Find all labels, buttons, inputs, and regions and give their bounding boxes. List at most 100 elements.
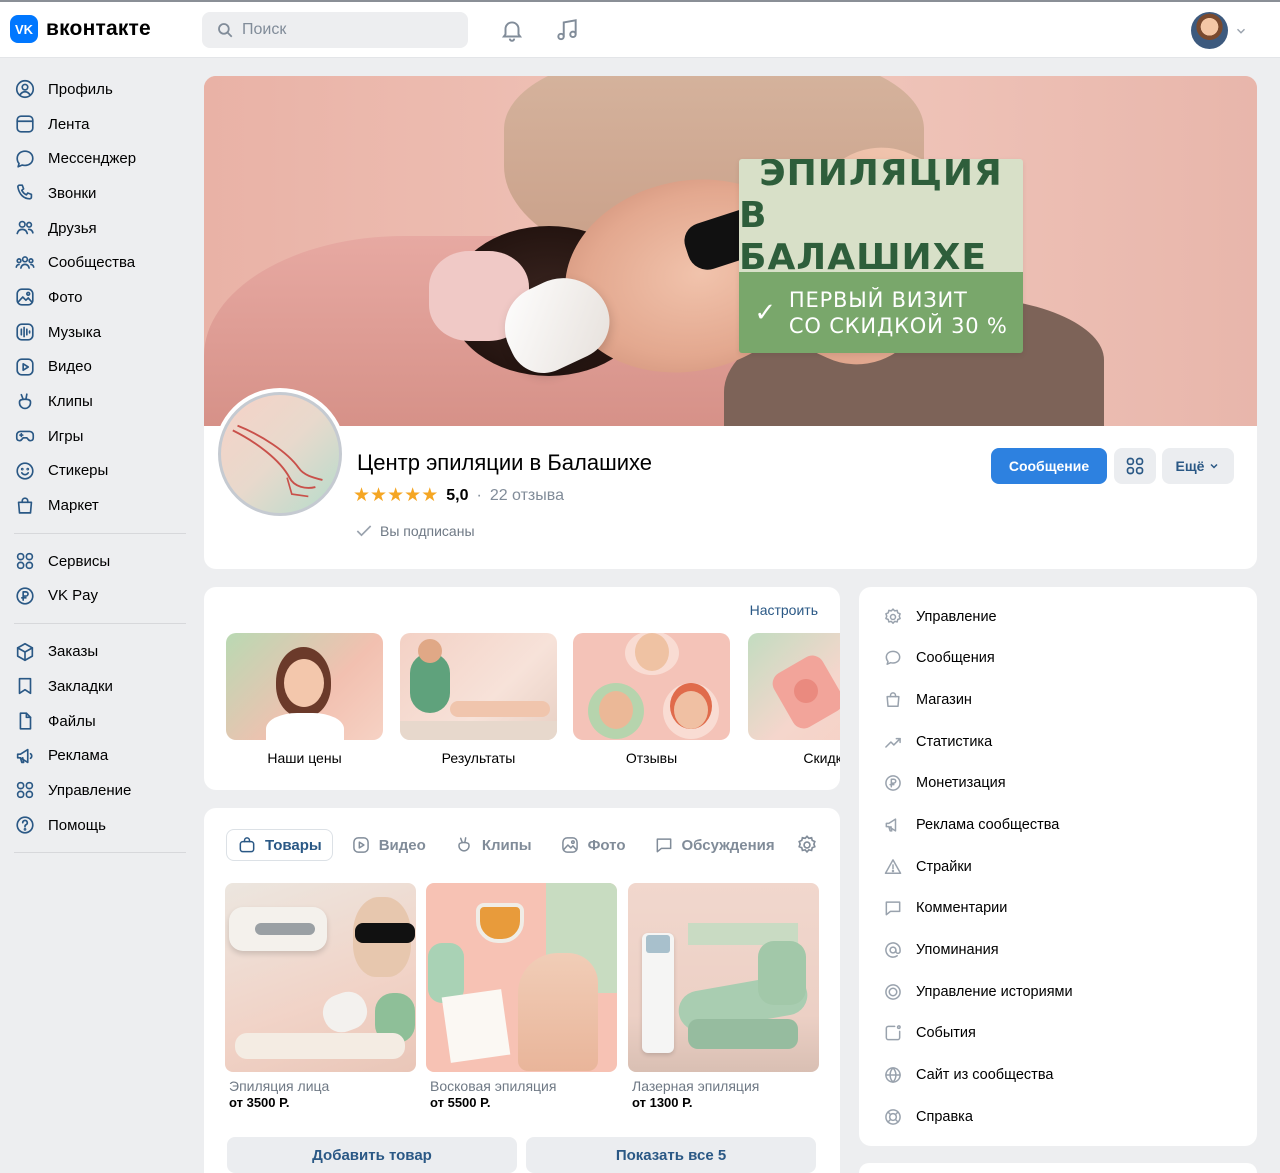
sidebar-item-market[interactable]: Маркет: [0, 488, 190, 523]
shop-icon: [886, 692, 900, 708]
star-icon: ★: [421, 485, 439, 506]
menu-item-events[interactable]: События: [859, 1012, 1257, 1054]
sidebar-item-ads[interactable]: Реклама: [0, 738, 190, 773]
help-icon: [16, 816, 34, 834]
globe-icon: [885, 1067, 901, 1083]
sidebar-item-label: Звонки: [48, 184, 97, 202]
more-label: Ещё: [1175, 458, 1205, 474]
menu-item-shop[interactable]: Магазин: [859, 679, 1257, 721]
tab-label: Товары: [265, 836, 322, 854]
phone-icon: [17, 184, 33, 201]
menu-item-warning[interactable]: Страйки: [859, 846, 1257, 888]
sidebar-item-manage[interactable]: Управление: [0, 773, 190, 808]
sidebar-item-label: VK Pay: [48, 587, 99, 605]
menu-item-globe[interactable]: Сайт из сообщества: [859, 1054, 1257, 1096]
tab-bag[interactable]: Товары: [226, 829, 333, 861]
sidebar-item-feed[interactable]: Лента: [0, 107, 190, 142]
bell-icon[interactable]: [499, 17, 525, 43]
rating-separator: ·: [476, 486, 482, 504]
tab-photo[interactable]: Фото: [550, 829, 636, 861]
sidebar-item-communities[interactable]: Сообщества: [0, 245, 190, 280]
sidebar-item-stickers[interactable]: Стикеры: [0, 454, 190, 489]
show-all-products-button[interactable]: Показать все 5: [526, 1137, 816, 1173]
reviews-count[interactable]: 22 отзыва: [490, 487, 564, 505]
sidebar-item-help[interactable]: Помощь: [0, 808, 190, 843]
link-tile-label: Отзывы: [625, 750, 678, 766]
menu-item-gear[interactable]: Управление: [859, 596, 1257, 638]
tab-label: Клипы: [481, 836, 532, 854]
sidebar-item-friends[interactable]: Друзья: [0, 211, 190, 246]
bag-icon: [239, 837, 255, 853]
sidebar-item-label: Видео: [48, 358, 92, 376]
sidebar-item-photo[interactable]: Фото: [0, 280, 190, 315]
vk-logo[interactable]: VK вконтакте: [10, 15, 151, 43]
configure-link[interactable]: Настроить: [750, 602, 818, 618]
subscription-status[interactable]: Вы подписаны: [354, 521, 475, 541]
sidebar-item-phone[interactable]: Звонки: [0, 176, 190, 211]
product-price: от 3500 Р.: [229, 1095, 290, 1110]
tab-clips[interactable]: Клипы: [444, 829, 542, 861]
tab-video[interactable]: Видео: [341, 829, 436, 861]
apps-button[interactable]: [1114, 448, 1156, 484]
product-card[interactable]: Лазерная эпиляция от 1300 Р.: [628, 883, 819, 1110]
menu-item-label: Сайт из сообщества: [916, 1066, 1054, 1083]
product-card[interactable]: Восковая эпиляция от 5500 Р.: [426, 883, 617, 1110]
feed-icon: [16, 115, 34, 133]
at-icon: [885, 942, 901, 958]
tab-discussion[interactable]: Обсуждения: [644, 829, 785, 861]
menu-item-message[interactable]: Сообщения: [859, 638, 1257, 680]
sidebar-item-services[interactable]: Сервисы: [0, 544, 190, 579]
clips-icon: [458, 837, 470, 852]
events-icon: [885, 1025, 901, 1041]
menu-item-at[interactable]: Упоминания: [859, 929, 1257, 971]
photo-icon: [561, 837, 578, 853]
sidebar-item-music[interactable]: Музыка: [0, 315, 190, 350]
sidebar-item-bookmarks[interactable]: Закладки: [0, 669, 190, 704]
menu-item-ruble[interactable]: Монетизация: [859, 763, 1257, 805]
check-icon: [356, 525, 372, 537]
music-icon[interactable]: [554, 17, 580, 43]
more-button[interactable]: Ещё: [1162, 448, 1234, 484]
user-menu[interactable]: [1191, 12, 1248, 49]
search-input[interactable]: [242, 21, 442, 39]
menu-item-megaphone[interactable]: Реклама сообщества: [859, 804, 1257, 846]
link-tile-results[interactable]: Результаты: [400, 633, 557, 766]
link-tile-prices[interactable]: Наши цены: [226, 633, 383, 766]
gear-icon: [885, 608, 901, 624]
sidebar-item-profile[interactable]: Профиль: [0, 72, 190, 107]
community-actions-menu: Управление Сообщения Магазин Статистика Моне…: [859, 587, 1257, 1146]
menu-item-help-ring[interactable]: Справка: [859, 1096, 1257, 1138]
sidebar-item-label: Сообщества: [48, 254, 136, 272]
sidebar-item-games[interactable]: Игры: [0, 419, 190, 454]
warning-icon: [884, 858, 902, 874]
product-card[interactable]: Эпиляция лица от 3500 Р.: [225, 883, 416, 1110]
next-card: [859, 1163, 1257, 1173]
sidebar-item-clips[interactable]: Клипы: [0, 384, 190, 419]
add-product-button[interactable]: Добавить товар: [227, 1137, 517, 1173]
search-box[interactable]: [202, 12, 468, 48]
message-button[interactable]: Сообщение: [991, 448, 1107, 484]
profile-icon: [15, 80, 35, 99]
comment-icon: [885, 901, 901, 916]
menu-item-stats[interactable]: Статистика: [859, 721, 1257, 763]
gear-icon[interactable]: [796, 834, 818, 856]
sidebar-item-files[interactable]: Файлы: [0, 704, 190, 739]
menu-item-stories[interactable]: Управление историями: [859, 971, 1257, 1013]
sidebar-item-messenger[interactable]: Мессенджер: [0, 141, 190, 176]
video-icon: [16, 358, 34, 376]
communities-icon: [15, 255, 35, 269]
sidebar-item-vkpay[interactable]: VK Pay: [0, 579, 190, 614]
tab-label: Обсуждения: [681, 836, 775, 854]
link-tile-discounts[interactable]: Скидки: [748, 633, 840, 766]
vkpay-icon: [16, 587, 34, 605]
link-tile-label: Наши цены: [267, 750, 342, 766]
link-tile-label: Результаты: [441, 750, 516, 766]
rating[interactable]: ★★★★★ 5,0 · 22 отзыва: [353, 484, 564, 507]
sidebar-item-orders[interactable]: Заказы: [0, 634, 190, 669]
link-tile-reviews[interactable]: Отзывы: [573, 633, 730, 766]
community-avatar[interactable]: [214, 388, 346, 520]
sidebar-item-video[interactable]: Видео: [0, 350, 190, 385]
menu-item-label: Страйки: [916, 858, 972, 875]
menu-item-comment[interactable]: Комментарии: [859, 887, 1257, 929]
sidebar-item-label: Клипы: [48, 393, 93, 411]
